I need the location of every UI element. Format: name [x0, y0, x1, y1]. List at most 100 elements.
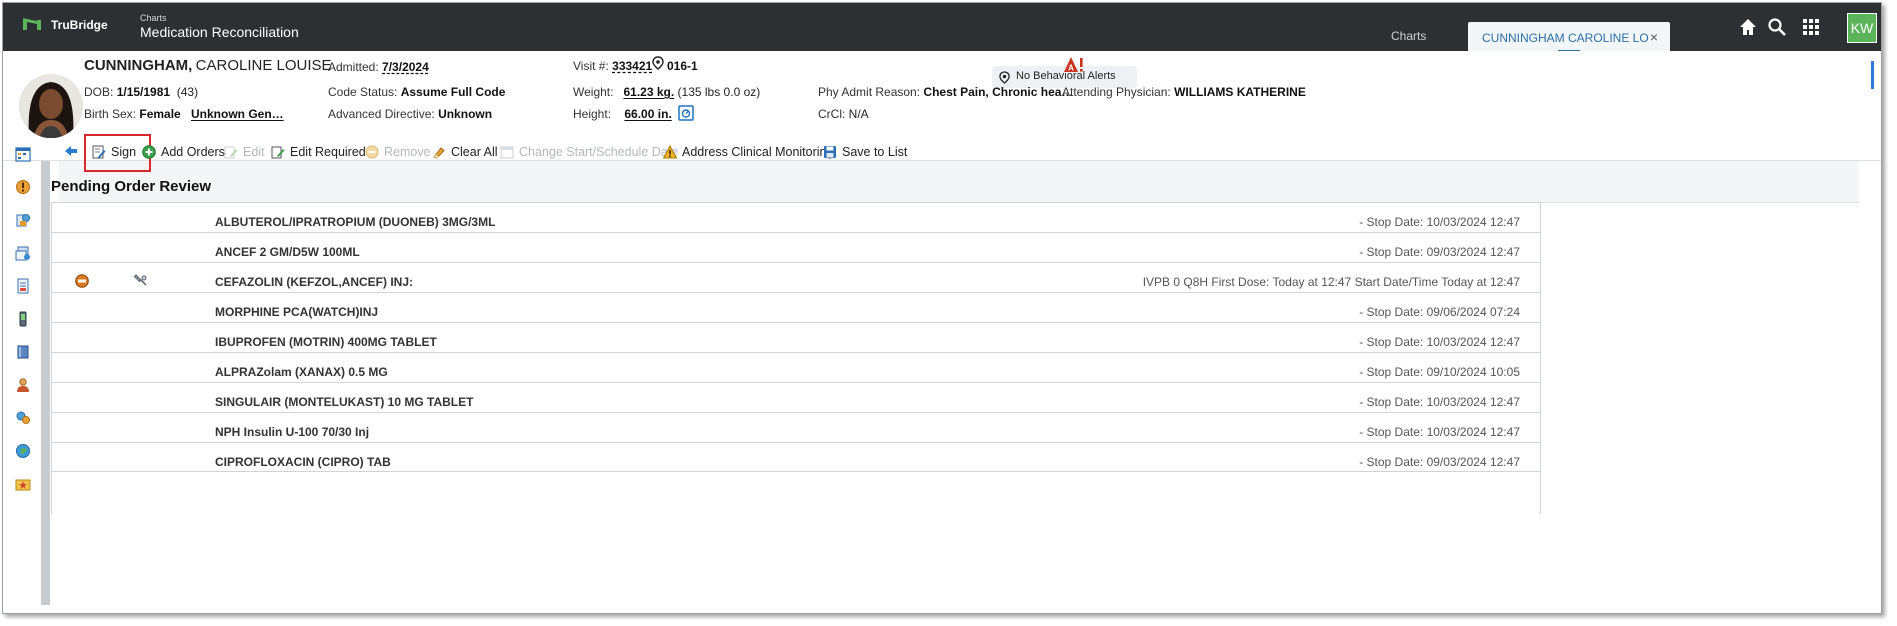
change-date-label: Change Start/Schedule Date [519, 145, 679, 159]
documents-globe-icon[interactable] [15, 212, 31, 228]
clear-all-button[interactable]: Clear All [432, 145, 498, 159]
height-value[interactable]: 66.00 in. [624, 107, 671, 121]
user-avatar[interactable]: KW [1847, 13, 1877, 43]
back-arrow-icon[interactable] [64, 145, 78, 157]
age-value: (43) [176, 85, 199, 99]
order-name: CIPROFLOXACIN (CIPRO) TAB [215, 455, 391, 469]
weight-lbs-value: (135 lbs 0.0 oz) [677, 85, 761, 99]
order-info: - Stop Date: 10/03/2024 12:47 [1359, 215, 1520, 229]
clear-all-label: Clear All [451, 145, 498, 159]
search-icon[interactable] [1767, 17, 1787, 37]
calendar-icon[interactable] [15, 146, 31, 162]
home-icon[interactable] [1738, 17, 1758, 37]
visit-field: Visit #: 333421 [573, 59, 652, 73]
add-circle-icon [142, 145, 156, 159]
save-to-list-button[interactable]: Save to List [823, 145, 907, 159]
weight-field: Weight: 61.23 kg. (135 lbs 0.0 oz) [573, 85, 760, 99]
rail-splitter[interactable] [41, 161, 50, 605]
folder-star-icon[interactable] [15, 476, 31, 492]
edit-required-icon [271, 146, 285, 159]
order-info: - Stop Date: 09/03/2024 12:47 [1359, 455, 1520, 469]
order-name: SINGULAIR (MONTELUKAST) 10 MG TABLET [215, 395, 474, 409]
remove-button[interactable]: Remove [365, 145, 431, 159]
dob-label: DOB: [84, 85, 114, 99]
order-toolbar [59, 161, 1859, 203]
gender-field[interactable]: Unknown Gen… [191, 107, 284, 121]
orders-stack-icon[interactable] [15, 245, 31, 261]
brand-name: TruBridge [51, 18, 108, 32]
admitted-label: Admitted: [328, 60, 379, 74]
edit-icon [224, 146, 238, 159]
address-monitoring-button[interactable]: Address Clinical Monitoring [663, 145, 833, 159]
tab-patient[interactable]: CUNNINGHAM CAROLINE LO × [1468, 22, 1670, 53]
brand-logo[interactable]: TruBridge [23, 18, 108, 32]
crcl-label: CrCl: [818, 107, 846, 121]
order-name: MORPHINE PCA(WATCH)INJ [215, 305, 379, 319]
location-pin-icon [652, 56, 664, 70]
admitted-value[interactable]: 7/3/2024 [382, 60, 429, 74]
alert-face-icon[interactable] [15, 179, 31, 195]
edit-label: Edit [243, 145, 265, 159]
patient-name: CUNNINGHAM, CAROLINE LOUISE [84, 57, 332, 74]
calendar-edit-icon [500, 146, 514, 159]
tab-charts[interactable]: Charts [1391, 29, 1426, 43]
order-info: - Stop Date: 10/03/2024 12:47 [1359, 425, 1520, 439]
height-label: Height: [573, 107, 612, 121]
page-title: Medication Reconciliation [140, 24, 299, 40]
weight-value[interactable]: 61.23 kg. [623, 85, 674, 99]
apps-grid-icon[interactable] [1801, 17, 1821, 37]
admit-reason-value[interactable]: Chest Pain, Chronic hea… [923, 85, 1073, 99]
edit-required-button[interactable]: Edit Required [271, 145, 366, 159]
warning-icon [663, 145, 677, 159]
visit-value[interactable]: 333421 [612, 59, 652, 73]
person-icon[interactable] [15, 377, 31, 393]
growth-chart-icon[interactable] [678, 105, 694, 121]
globe-icon[interactable] [15, 443, 31, 459]
code-status-field: Code Status: Assume Full Code [328, 85, 505, 99]
crcl-field: CrCl: N/A [818, 107, 869, 121]
edit-button[interactable]: Edit [224, 145, 265, 159]
crcl-value: N/A [848, 107, 869, 121]
order-name: ALPRAZolam (XANAX) 0.5 MG [215, 365, 388, 379]
book-icon[interactable] [15, 344, 31, 360]
room-value: 016-1 [667, 59, 698, 73]
adv-directive-field: Advanced Directive: Unknown [328, 107, 492, 121]
eraser-icon [433, 147, 445, 159]
edit-required-label: Edit Required [290, 145, 366, 159]
allergy-alert-icon[interactable]: A [1063, 56, 1085, 74]
app-module: Charts [140, 13, 167, 23]
remove-icon [365, 145, 379, 159]
close-icon[interactable]: × [1650, 29, 1658, 45]
device-icon[interactable] [15, 311, 31, 327]
order-name: ANCEF 2 GM/D5W 100ML [215, 245, 360, 259]
report-icon[interactable] [15, 278, 31, 294]
add-orders-label: Add Orders [161, 145, 225, 159]
order-info: - Stop Date: 09/10/2024 10:05 [1359, 365, 1520, 379]
address-monitoring-label: Address Clinical Monitoring [682, 145, 834, 159]
add-orders-button[interactable]: Add Orders [142, 145, 225, 159]
order-name: ALBUTEROL/IPRATROPIUM (DUONEB) 3MG/3ML [215, 215, 496, 229]
patient-photo [19, 74, 83, 138]
gender-value: Unknown Gen… [191, 107, 284, 121]
new-order-badge-icon [75, 274, 89, 288]
admit-reason-label: Phy Admit Reason: [818, 85, 921, 99]
consult-icon[interactable] [15, 410, 31, 426]
order-info: - Stop Date: 10/03/2024 12:47 [1359, 335, 1520, 349]
patient-photo-image [19, 74, 83, 138]
tab-patient-label: CUNNINGHAM CAROLINE LO [1482, 31, 1649, 45]
change-date-button[interactable]: Change Start/Schedule Date [500, 145, 678, 159]
order-info: - Stop Date: 09/03/2024 12:47 [1359, 245, 1520, 259]
adv-directive-value: Unknown [438, 107, 493, 121]
physician-label: Attending Physician: [1062, 85, 1171, 99]
order-name: IBUPROFEN (MOTRIN) 400MG TABLET [215, 335, 437, 349]
admit-reason-field: Phy Admit Reason: Chest Pain, Chronic he… [818, 85, 1073, 99]
admitted-field: Admitted: 7/3/2024 [328, 60, 429, 74]
remove-label: Remove [384, 145, 431, 159]
order-row[interactable]: CIPROFLOXACIN (CIPRO) TAB - Stop Date: 0… [52, 442, 1540, 478]
birth-sex-label: Birth Sex: [84, 107, 137, 121]
physician-field: Attending Physician: WILLIAMS KATHERINE [1062, 85, 1306, 99]
save-to-list-label: Save to List [842, 145, 908, 159]
code-status-label: Code Status: [328, 85, 398, 99]
header-scroll-indicator [1871, 61, 1874, 89]
top-bar: TruBridge Charts Medication Reconciliati… [3, 3, 1881, 53]
